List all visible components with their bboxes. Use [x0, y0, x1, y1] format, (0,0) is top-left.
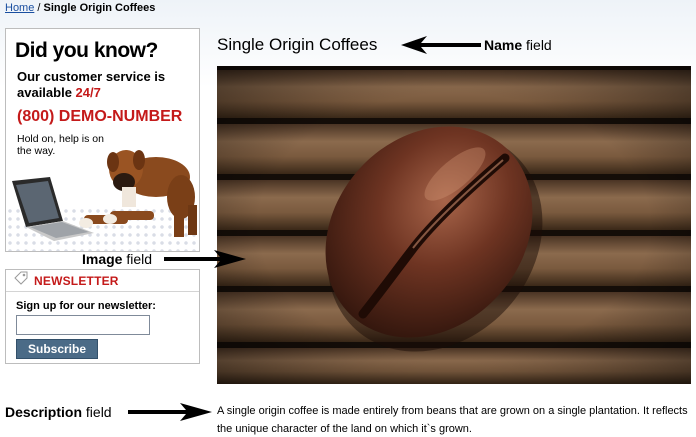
breadcrumb-home-link[interactable]: Home — [5, 2, 34, 14]
newsletter-header: NEWSLETTER — [6, 270, 199, 292]
breadcrumb-current: Single Origin Coffees — [43, 2, 156, 14]
image-field-callout-rest: field — [122, 251, 153, 267]
product-description: A single origin coffee is made entirely … — [217, 405, 688, 435]
image-field-arrow — [164, 250, 246, 268]
product-title: Single Origin Coffees — [217, 35, 378, 54]
name-field-arrow — [401, 36, 481, 54]
newsletter-title: NEWSLETTER — [34, 273, 119, 288]
name-field-callout-bold: Name — [484, 37, 523, 53]
breadcrumb: Home / Single Origin Coffees — [5, 2, 155, 14]
description-field-callout-rest: field — [82, 404, 112, 420]
name-field-callout: Name field — [484, 37, 552, 53]
description-field-callout: Description field — [5, 404, 112, 420]
description-field-callout-bold: Description — [5, 404, 83, 420]
tag-icon — [14, 271, 28, 290]
image-field-callout: Image field — [82, 251, 152, 267]
subscribe-button[interactable]: Subscribe — [16, 339, 98, 359]
newsletter-box: NEWSLETTER Sign up for our newsletter: S… — [5, 269, 200, 364]
name-field-callout-rest: field — [522, 37, 552, 53]
ad-dog-laptop-illustration — [12, 150, 197, 241]
product-image — [217, 66, 691, 384]
newsletter-label: Sign up for our newsletter: — [16, 300, 156, 312]
breadcrumb-separator: / — [37, 2, 41, 14]
description-field-arrow — [128, 403, 212, 421]
image-field-callout-bold: Image — [82, 251, 123, 267]
coffee-bean-image — [217, 66, 691, 384]
newsletter-email-input[interactable] — [16, 315, 150, 335]
customer-service-ad[interactable]: Did you know? Our customer service is av… — [5, 28, 200, 252]
